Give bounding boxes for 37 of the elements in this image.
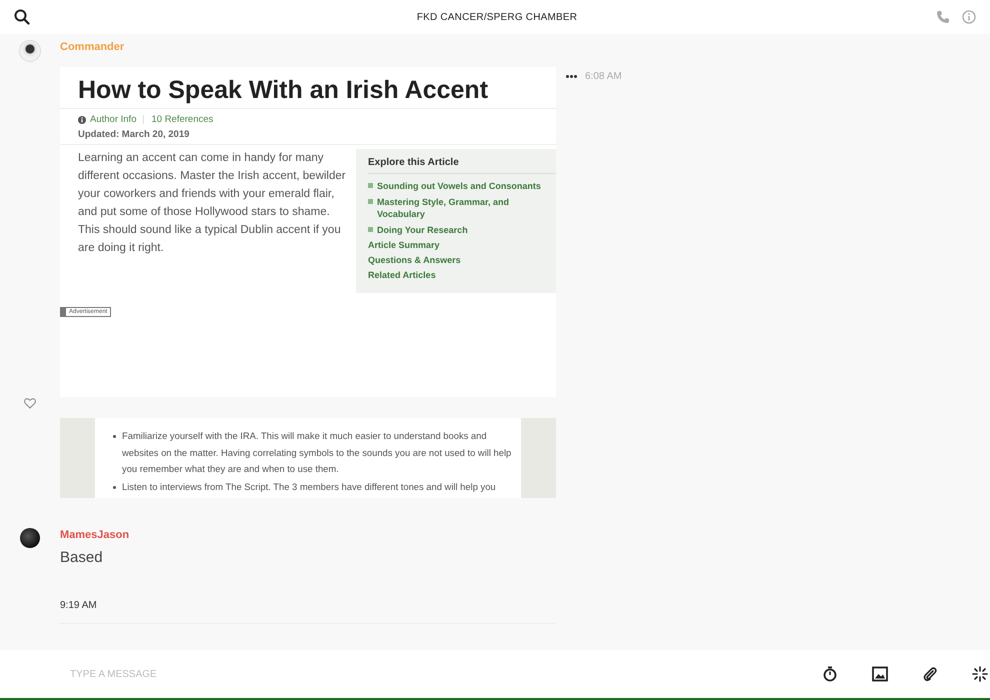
message-time: 9:19 AM <box>60 600 98 611</box>
toc-link[interactable]: Article Summary <box>368 240 556 250</box>
more-icon[interactable] <box>566 75 577 78</box>
image-icon[interactable] <box>872 666 888 682</box>
toc-heading: Explore this Article <box>368 157 556 174</box>
toc-link[interactable]: Questions & Answers <box>368 255 556 265</box>
bullet-text: Listen to interviews from The Script. The 3 members have different tones and will help you <box>122 480 496 494</box>
search-icon[interactable] <box>14 9 30 25</box>
bullet-icon <box>368 199 373 204</box>
bullet-icon <box>368 227 373 232</box>
bullet-text: Familiarize yourself with the IRA. This will make it much easier to understand books and websites on the matter. Having correlating symbols to the sounds you are not used to will help you remember what they are and when to use them. <box>122 429 512 476</box>
sparkle-icon[interactable] <box>972 666 988 682</box>
article-screenshot[interactable] <box>60 418 556 498</box>
paperclip-icon[interactable] <box>922 666 938 682</box>
heart-icon[interactable] <box>24 398 36 409</box>
message-time: 6:08 AM <box>585 71 622 82</box>
stopwatch-icon[interactable] <box>822 666 838 682</box>
bullet-icon <box>113 486 116 488</box>
article-screenshot[interactable] <box>60 67 556 397</box>
toc-link[interactable]: Related Articles <box>368 270 556 280</box>
references-link[interactable]: 10 References <box>151 114 214 125</box>
chat-title: FKD CANCER/SPERG CHAMBER <box>416 12 578 22</box>
info-icon <box>78 116 86 124</box>
toc-link[interactable]: Mastering Style, Grammar, and Vocabulary <box>377 196 556 220</box>
message-input[interactable]: TYPE A MESSAGE <box>68 668 372 680</box>
toc-link[interactable]: Sounding out Vowels and Consonants <box>377 180 541 192</box>
updated-date: Updated: March 20, 2019 <box>78 129 190 140</box>
user-avatar[interactable] <box>20 528 40 548</box>
toc-link[interactable]: Doing Your Research <box>377 224 468 236</box>
bullet-icon <box>113 435 116 438</box>
bullet-icon <box>368 183 373 188</box>
user-avatar[interactable] <box>19 40 41 62</box>
article-title: How to Speak With an Irish Accent <box>60 67 556 109</box>
author-name[interactable]: MamesJason <box>60 529 990 541</box>
author-info-link[interactable]: Author Info <box>90 114 136 125</box>
article-intro: Learning an accent can come in handy for many different occasions. Master the Irish accent, bewilder your coworkers and friends with your emerald flair, and put some of those Hollywood stars to shame. This should sound like a typical Dublin accent if you are doing it right. <box>78 151 347 256</box>
message-text: Based <box>60 549 104 566</box>
